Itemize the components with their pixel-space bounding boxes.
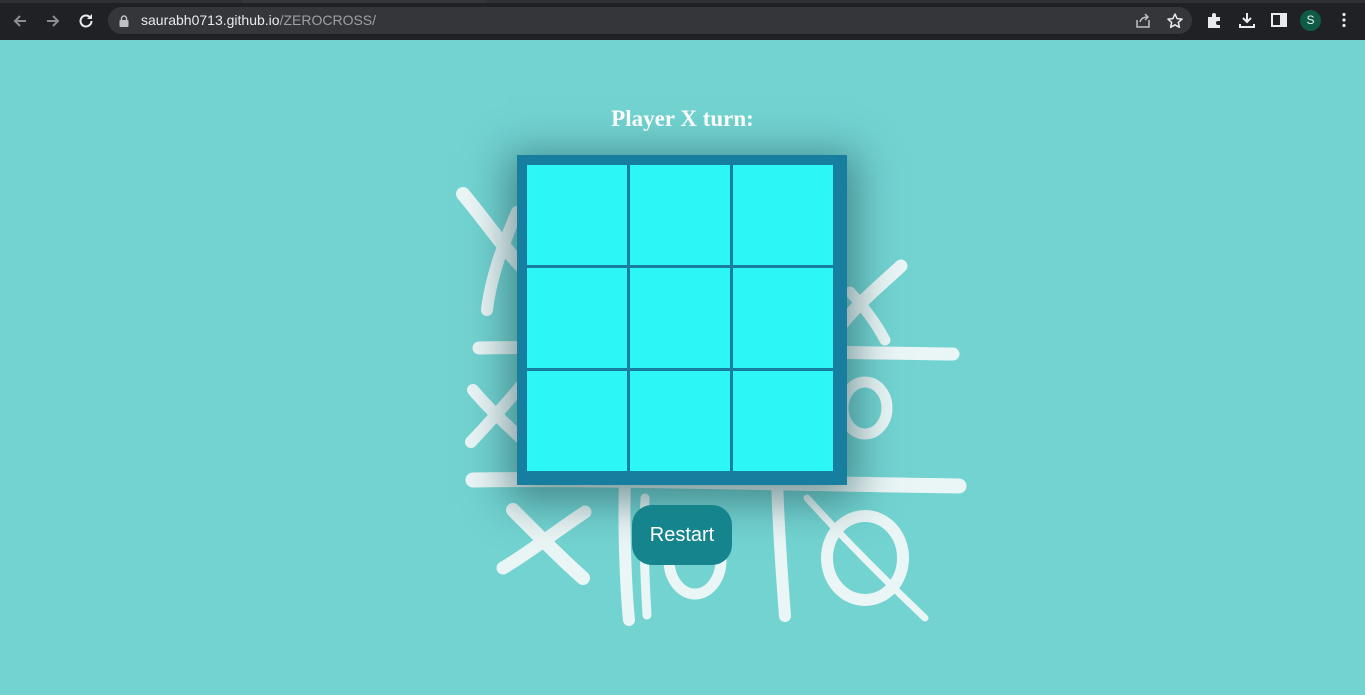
reload-icon	[79, 14, 93, 28]
board-cell-1[interactable]	[527, 165, 627, 265]
back-icon	[13, 15, 26, 27]
address-bar[interactable]: saurabh0713.github.io/ZEROCROSS/	[108, 7, 1192, 34]
game-board	[517, 155, 847, 485]
lock-icon	[119, 14, 129, 32]
board-cell-4[interactable]	[527, 268, 627, 368]
url-host: saurabh0713.github.io	[141, 12, 280, 28]
forward-icon	[47, 15, 60, 27]
turn-indicator: Player X turn:	[611, 106, 754, 131]
board-cell-3[interactable]	[733, 165, 833, 265]
extensions-icon[interactable]	[1206, 11, 1224, 29]
restart-button[interactable]: Restart	[632, 505, 732, 565]
url-text[interactable]: saurabh0713.github.io/ZEROCROSS/	[141, 12, 376, 29]
menu-icon[interactable]	[1335, 11, 1353, 29]
side-panel-icon[interactable]	[1270, 11, 1288, 29]
profile-avatar[interactable]: S	[1300, 10, 1321, 31]
bookmark-star-icon[interactable]	[1166, 12, 1184, 30]
board-cell-5[interactable]	[630, 268, 730, 368]
board-cell-6[interactable]	[733, 268, 833, 368]
back-button[interactable]	[9, 10, 31, 32]
browser-toolbar: saurabh0713.github.io/ZEROCROSS/ S	[0, 0, 1365, 40]
board-cell-7[interactable]	[527, 371, 627, 471]
board-cell-2[interactable]	[630, 165, 730, 265]
forward-button[interactable]	[42, 10, 64, 32]
board-cell-8[interactable]	[630, 371, 730, 471]
share-icon[interactable]	[1134, 12, 1152, 30]
url-path: /ZEROCROSS/	[279, 12, 377, 28]
board-cell-9[interactable]	[733, 371, 833, 471]
active-tab-edge	[242, 0, 487, 3]
download-icon[interactable]	[1238, 11, 1256, 29]
reload-button[interactable]	[75, 10, 97, 32]
tab-strip-edge	[0, 0, 1365, 3]
